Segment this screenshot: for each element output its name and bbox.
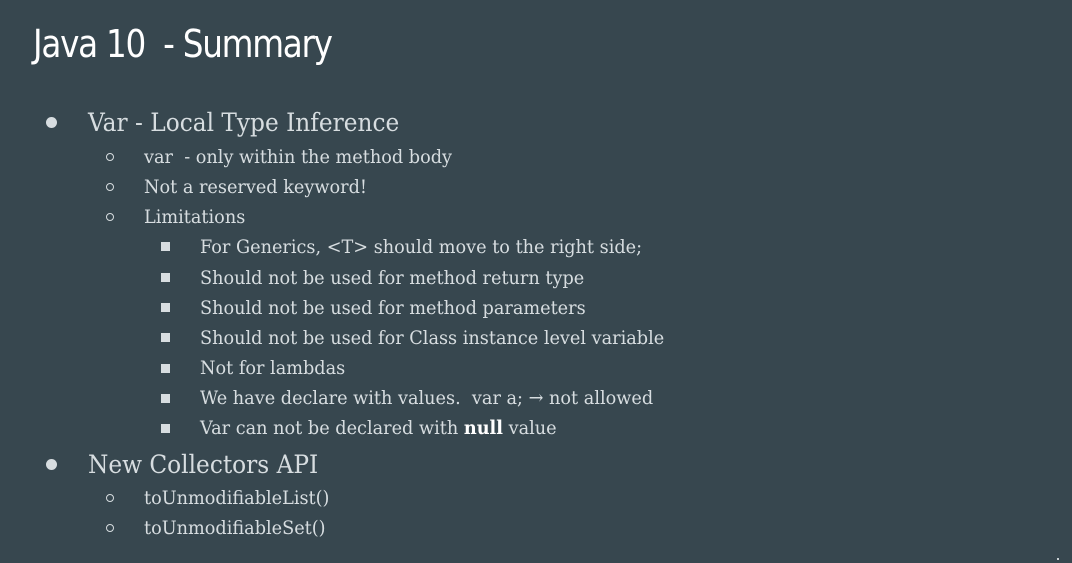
subitem-text: value: [502, 417, 557, 439]
square-bullet-icon: [161, 273, 170, 282]
subitem-label: Should not be used for method parameters: [200, 297, 586, 319]
list-item: var - only within the method body: [144, 143, 475, 171]
list-item: Not for lambdas: [200, 354, 356, 382]
section-label: Var - Local Type Inference: [88, 107, 400, 137]
subitem-label: Should not be used for method return typ…: [200, 267, 585, 289]
list-item: For Generics, <T> should move to the rig…: [200, 233, 675, 261]
subitem-label: We have declare with values. var a; → no…: [200, 387, 654, 409]
item-label: var - only within the method body: [144, 146, 453, 168]
list-item: Should not be used for Class instance le…: [200, 324, 699, 352]
list-item: Not a reserved keyword!: [144, 173, 384, 201]
item-label: Not a reserved keyword!: [144, 176, 367, 198]
slide: Java 10 - Summary Var - Local Type Infer…: [0, 0, 1072, 563]
corner-dot: [1057, 558, 1059, 560]
list-item: Should not be used for method return typ…: [200, 264, 613, 292]
item-label: toUnmodifiableList(): [144, 487, 330, 509]
bold-keyword: null: [463, 417, 503, 439]
slide-title: Java 10 - Summary: [33, 22, 333, 66]
list-item: toUnmodifiableSet(): [144, 514, 339, 542]
list-item: Should not be used for method parameters: [200, 294, 615, 322]
subitem-text: Var can not be declared with: [200, 417, 464, 439]
subitem-label: Var can not be declared with null value: [200, 417, 557, 439]
filled-circle-bullet-icon: [46, 117, 57, 128]
square-bullet-icon: [161, 424, 170, 433]
square-bullet-icon: [161, 242, 170, 251]
square-bullet-icon: [161, 364, 170, 373]
hollow-circle-bullet-icon: [106, 213, 114, 221]
square-bullet-icon: [161, 394, 170, 403]
hollow-circle-bullet-icon: [106, 494, 114, 502]
hollow-circle-bullet-icon: [106, 153, 114, 161]
item-label: toUnmodifiableSet(): [144, 517, 326, 539]
subitem-label: Should not be used for Class instance le…: [200, 327, 665, 349]
list-item: Var can not be declared with null value: [200, 414, 583, 442]
hollow-circle-bullet-icon: [106, 183, 114, 191]
list-item: Limitations: [144, 203, 253, 231]
list-item: We have declare with values. var a; → no…: [200, 384, 687, 412]
section-var: Var - Local Type Inference: [88, 104, 423, 140]
filled-circle-bullet-icon: [46, 459, 57, 470]
list-item: toUnmodifiableList(): [144, 484, 343, 512]
square-bullet-icon: [161, 333, 170, 342]
section-collectors: New Collectors API: [88, 446, 336, 482]
subitem-label: Not for lambdas: [200, 357, 346, 379]
hollow-circle-bullet-icon: [106, 524, 114, 532]
item-label: Limitations: [144, 206, 246, 228]
square-bullet-icon: [161, 303, 170, 312]
subitem-label: For Generics, <T> should move to the rig…: [200, 236, 643, 258]
section-label: New Collectors API: [88, 449, 319, 479]
